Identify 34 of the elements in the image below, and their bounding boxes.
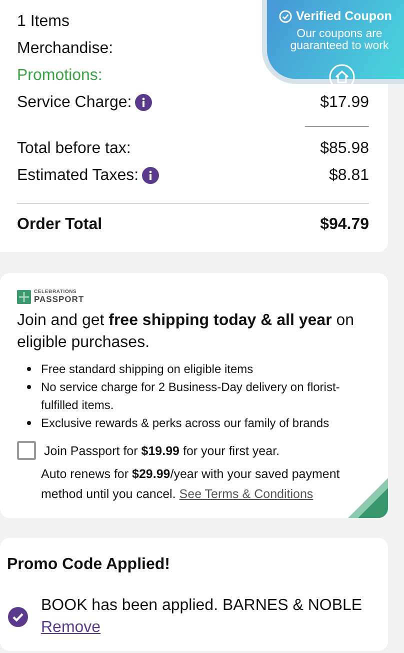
promo-title: Promo Code Applied! — [7, 556, 171, 574]
bullet-icon — [27, 421, 31, 425]
info-icon[interactable] — [142, 167, 159, 184]
summary-value: $8.81 — [328, 166, 369, 184]
summary-value: $85.98 — [320, 140, 369, 158]
benefit-item: No service charge for 2 Business-Day delivery on florist-fulfilled items. — [41, 379, 341, 414]
bullet-icon — [27, 385, 31, 389]
corner-ribbon-drawing — [348, 478, 388, 518]
badge-title: Verified Coupon — [296, 9, 392, 23]
order-total-value: $94.79 — [320, 216, 369, 234]
benefit-item: Exclusive rewards & perks across our family of brands — [41, 415, 330, 432]
join-label: Join Passport for $19.99 for your first year. — [44, 444, 280, 458]
renewal-text: Auto renews for $29.99/year with your saved payment method until you cancel. See Terms & Conditions — [41, 466, 341, 503]
promo-message: BOOK has been applied. BARNES & NOBLE — [41, 596, 362, 616]
check-circle-icon — [8, 607, 28, 627]
order-total-label: Order Total — [17, 216, 102, 234]
passport-headline: Join and get free shipping today & all year on eligible purchases. — [17, 311, 356, 353]
terms-link[interactable]: See Terms & Conditions — [179, 487, 314, 501]
logo-text: PASSPORT — [34, 295, 84, 304]
bullet-icon — [27, 367, 31, 371]
info-icon[interactable] — [134, 94, 152, 111]
summary-label: Service Charge: — [17, 94, 132, 112]
check-circle-icon — [279, 10, 292, 22]
summary-value: $17.99 — [320, 94, 369, 112]
benefit-item: Free standard shipping on eligible items — [41, 361, 254, 378]
summary-label: Promotions: — [17, 66, 102, 84]
badge-text: Our coupons are guaranteed to work — [289, 28, 390, 52]
items-count: 1 Items — [17, 12, 70, 30]
summary-label: Merchandise: — [17, 40, 114, 58]
summary-label: Estimated Taxes: — [17, 166, 139, 184]
passport-logo-icon — [17, 290, 31, 304]
join-checkbox[interactable] — [17, 441, 36, 460]
summary-label: Total before tax: — [17, 140, 131, 158]
remove-link[interactable]: Remove — [41, 617, 101, 639]
